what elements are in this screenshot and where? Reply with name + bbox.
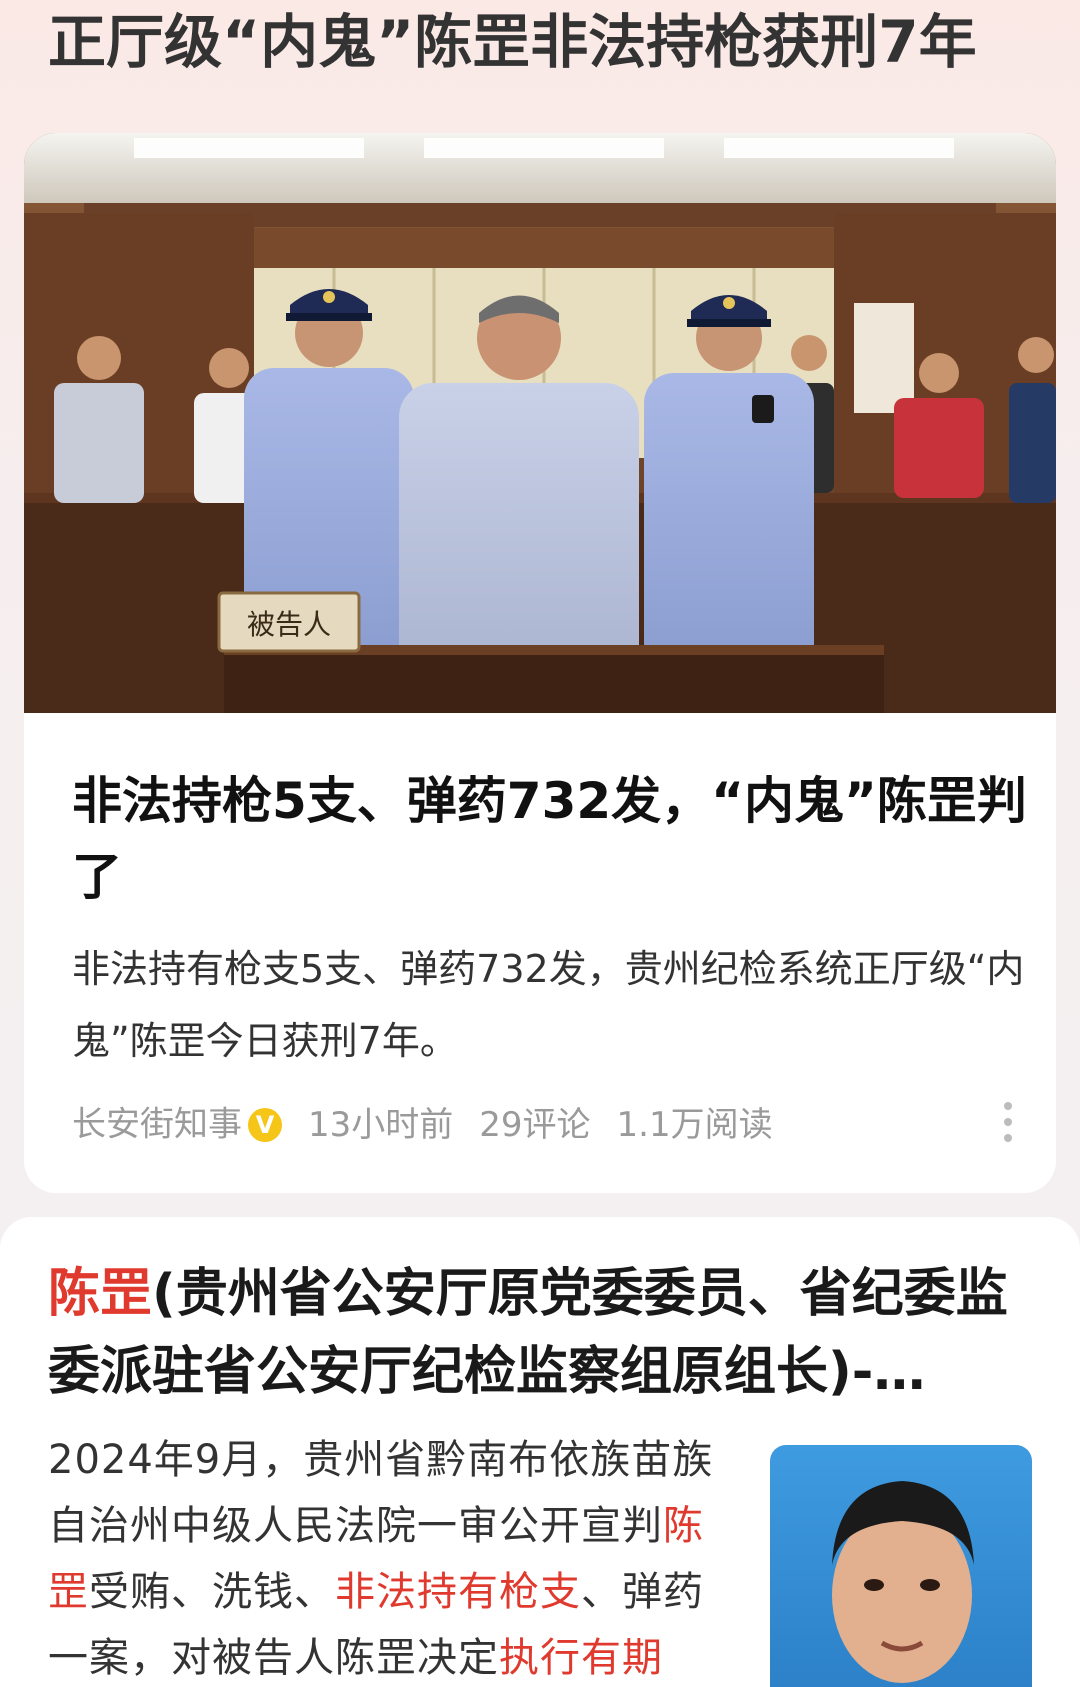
defendant-sign-text: 被告人 (247, 608, 331, 641)
news-card-2[interactable]: 陈罡(贵州省公安厅原党委委员、省纪委监委派驻省公安厅纪检监察组原组长)-… 20… (0, 1217, 1080, 1687)
publish-time: 13小时前 (308, 1104, 454, 1145)
body-text: 2024年9月，贵州省黔南布依族苗族自治州中级人民法院一审公开宣判 (48, 1437, 714, 1549)
verified-badge-icon: V (248, 1107, 282, 1142)
page-title: 正厅级“内鬼”陈罡非法持枪获刑7年 (48, 8, 977, 76)
article-title[interactable]: 陈罡(贵州省公安厅原党委委员、省纪委监委派驻省公安厅纪检监察组原组长)-… (48, 1255, 1018, 1411)
body-highlight: 执行有期 (499, 1635, 663, 1681)
comment-count: 29评论 (479, 1104, 591, 1145)
portrait-thumbnail[interactable] (770, 1445, 1032, 1687)
more-options-icon[interactable] (1000, 1096, 1016, 1150)
article-summary: 非法持有枪支5支、弹药732发，贵州纪检系统正厅级“内鬼”陈罡今日获刑7年。 (72, 947, 1025, 1063)
title-highlight: 陈罡 (48, 1264, 153, 1324)
courtroom-photo[interactable]: 被告人 (24, 133, 1056, 713)
article-body: 2024年9月，贵州省黔南布依族苗族自治州中级人民法院一审公开宣判陈罡受贿、洗钱… (48, 1427, 728, 1687)
body-text: 受贿、洗钱、 (89, 1569, 335, 1615)
article-title[interactable]: 非法持枪5支、弹药732发，“内鬼”陈罡判了 (72, 763, 1032, 915)
article-meta: 长安街知事 V 13小时前 29评论 1.1万阅读 (72, 1093, 1032, 1153)
read-count: 1.1万阅读 (616, 1104, 773, 1145)
title-text: (贵州省公安厅原党委委员、省纪委监委派驻省公安厅纪检监察组原组长)-… (48, 1264, 1008, 1402)
source-name[interactable]: 长安街知事 (72, 1105, 242, 1145)
news-card-1[interactable]: 被告人 非法持枪5支、弹药732发，“内鬼”陈罡判了 非法持有枪支5支、弹药73… (24, 133, 1056, 1193)
body-highlight: 非法持有枪支 (335, 1569, 581, 1615)
